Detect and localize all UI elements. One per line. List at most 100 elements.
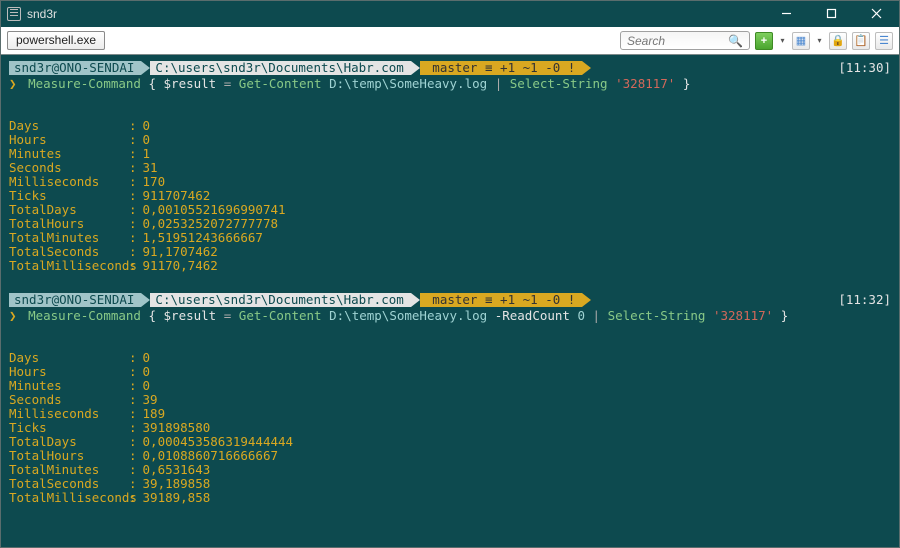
output-value: 0,000453586319444444 <box>143 435 294 449</box>
chevron-icon <box>411 61 420 75</box>
output-line: TotalDays:0,00105521696990741 <box>9 203 891 217</box>
output-value: 0 <box>143 379 151 393</box>
output-key: Seconds <box>9 393 129 407</box>
command-block: snd3r@ONO-SENDAIC:\users\snd3r\Documents… <box>9 61 891 273</box>
output-line: Hours:0 <box>9 133 891 147</box>
output-key: Hours <box>9 365 129 379</box>
clipboard-icon[interactable]: 📋 <box>852 32 870 50</box>
output-line <box>9 323 891 337</box>
panel-icon[interactable]: ▦ <box>792 32 810 50</box>
output-colon: : <box>129 259 137 273</box>
output-value: 911707462 <box>143 189 211 203</box>
output-line: Milliseconds:170 <box>9 175 891 189</box>
prompt-path: C:\users\snd3r\Documents\Habr.com <box>150 61 410 75</box>
output-line: Minutes:0 <box>9 379 891 393</box>
menu-icon[interactable]: ☰ <box>875 32 893 50</box>
output-key: Minutes <box>9 379 129 393</box>
window-title: snd3r <box>27 7 57 21</box>
output-line: TotalSeconds:91,1707462 <box>9 245 891 259</box>
output-line: Ticks:911707462 <box>9 189 891 203</box>
search-placeholder: Search <box>627 34 665 48</box>
output-colon: : <box>129 365 137 379</box>
prompt-time: [11:30] <box>838 61 891 75</box>
output-value: 0,0108860716666667 <box>143 449 278 463</box>
add-dropdown-icon[interactable]: ▾ <box>778 32 787 50</box>
output-value: 39 <box>143 393 158 407</box>
output-key: Minutes <box>9 147 129 161</box>
output-value: 31 <box>143 161 158 175</box>
output-line <box>9 105 891 119</box>
output-line: Seconds:31 <box>9 161 891 175</box>
prompt-caret-icon: ❯ <box>9 308 17 323</box>
add-tab-button[interactable]: + <box>755 32 773 50</box>
output-key: TotalDays <box>9 435 129 449</box>
output-value: 1 <box>143 147 151 161</box>
minimize-button[interactable] <box>764 1 809 27</box>
output-key: TotalSeconds <box>9 477 129 491</box>
close-button[interactable] <box>854 1 899 27</box>
output-key: TotalHours <box>9 217 129 231</box>
prompt-git: master ≡ +1 ~1 -0 ! <box>420 293 583 307</box>
output-line: TotalDays:0,000453586319444444 <box>9 435 891 449</box>
output-key: TotalSeconds <box>9 245 129 259</box>
output-line: TotalSeconds:39,189858 <box>9 477 891 491</box>
terminal-output[interactable]: snd3r@ONO-SENDAI C:\users\snd3r\Documents… <box>1 55 899 547</box>
output-colon: : <box>129 463 137 477</box>
lock-icon[interactable]: 🔒 <box>829 32 847 50</box>
output-key: TotalHours <box>9 449 129 463</box>
output-line: TotalHours:0,0108860716666667 <box>9 449 891 463</box>
output-line: TotalMinutes:1,51951243666667 <box>9 231 891 245</box>
maximize-button[interactable] <box>809 1 854 27</box>
prompt-user: snd3r@ONO-SENDAI <box>9 293 141 307</box>
output-colon: : <box>129 407 137 421</box>
output-colon: : <box>129 393 137 407</box>
output-colon: : <box>129 133 137 147</box>
output-line: TotalHours:0,0253252072777778 <box>9 217 891 231</box>
output-line: TotalMilliseconds:91170,7462 <box>9 259 891 273</box>
output-value: 0,0253252072777778 <box>143 217 278 231</box>
output-key: Days <box>9 351 129 365</box>
output-key: Ticks <box>9 189 129 203</box>
output-value: 170 <box>143 175 166 189</box>
output-colon: : <box>129 477 137 491</box>
output-line <box>9 91 891 105</box>
output-value: 0 <box>143 133 151 147</box>
chevron-icon <box>582 293 591 307</box>
output-line: Ticks:391898580 <box>9 421 891 435</box>
chevron-icon <box>141 293 150 307</box>
output-colon: : <box>129 421 137 435</box>
output-line: Seconds:39 <box>9 393 891 407</box>
output-value: 0,6531643 <box>143 463 211 477</box>
output-colon: : <box>129 351 137 365</box>
prompt-row: snd3r@ONO-SENDAI C:\users\snd3r\Documents… <box>9 293 891 307</box>
output-value: 189 <box>143 407 166 421</box>
prompt-path: C:\users\snd3r\Documents\Habr.com <box>150 293 410 307</box>
output-value: 39,189858 <box>143 477 211 491</box>
output-key: Milliseconds <box>9 407 129 421</box>
output-line: Hours:0 <box>9 365 891 379</box>
output-line: Milliseconds:189 <box>9 407 891 421</box>
prompt-git: master ≡ +1 ~1 -0 ! <box>420 61 583 75</box>
output-value: 1,51951243666667 <box>143 231 263 245</box>
output-key: Hours <box>9 133 129 147</box>
output-value: 0 <box>143 365 151 379</box>
terminal-tab[interactable]: powershell.exe <box>7 31 105 50</box>
output-key: TotalMinutes <box>9 463 129 477</box>
output-colon: : <box>129 231 137 245</box>
output-key: Milliseconds <box>9 175 129 189</box>
output-value: 91,1707462 <box>143 245 218 259</box>
output-value: 0 <box>143 119 151 133</box>
command-line: ❯ Measure-Command { $result = Get-Conten… <box>9 309 891 323</box>
output-line: TotalMilliseconds:39189,858 <box>9 491 891 505</box>
output-colon: : <box>129 491 137 505</box>
output-colon: : <box>129 161 137 175</box>
panel-dropdown-icon[interactable]: ▾ <box>815 32 824 50</box>
output-value: 0,00105521696990741 <box>143 203 286 217</box>
chevron-icon <box>582 61 591 75</box>
output-colon: : <box>129 189 137 203</box>
output-line: Minutes:1 <box>9 147 891 161</box>
output-colon: : <box>129 435 137 449</box>
search-input[interactable]: Search 🔍 <box>620 31 750 50</box>
output-colon: : <box>129 379 137 393</box>
output-value: 391898580 <box>143 421 211 435</box>
